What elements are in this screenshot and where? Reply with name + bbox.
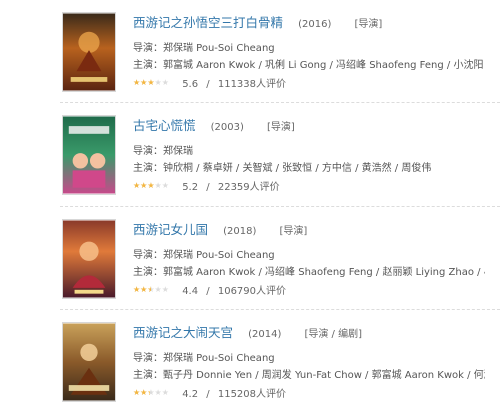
vote-count: 111338人评价 bbox=[217, 79, 287, 90]
rating-row: ★★★★★ ★★★★★ 4.4 / 106790人评价 bbox=[133, 285, 286, 299]
movie-poster[interactable] bbox=[62, 219, 116, 299]
filmography-list: 西游记之孙悟空三打白骨精 (2016) [导演] 导演：郑保瑞 Pou-Soi … bbox=[0, 0, 500, 406]
director-line: 导演：郑保瑞 bbox=[133, 146, 193, 157]
movie-role: [导演] bbox=[279, 226, 308, 237]
vote-count: 22359人评价 bbox=[217, 182, 280, 193]
movie-year: (2018) bbox=[223, 226, 257, 237]
list-item: 西游记之孙悟空三打白骨精 (2016) [导演] 导演：郑保瑞 Pou-Soi … bbox=[0, 0, 500, 101]
star-fill-icon: ★★★★★ bbox=[133, 389, 150, 397]
vote-count: 106790人评价 bbox=[217, 286, 287, 297]
title-row: 西游记之大闹天宫 (2014) [导演 / 编剧] bbox=[133, 324, 362, 340]
title-row: 西游记女儿国 (2018) [导演] bbox=[133, 221, 307, 237]
title-row: 西游记之孙悟空三打白骨精 (2016) [导演] bbox=[133, 14, 382, 30]
movie-poster[interactable] bbox=[62, 115, 116, 195]
star-fill-icon: ★★★★★ bbox=[133, 286, 151, 294]
rating-value: 4.2 bbox=[182, 389, 199, 400]
rating-separator: / bbox=[206, 286, 210, 297]
movie-role: [导演] bbox=[266, 122, 295, 133]
star-fill-icon: ★★★★★ bbox=[133, 182, 154, 190]
director-line: 导演：郑保瑞 Pou-Soi Cheang bbox=[133, 250, 275, 261]
list-item: 古宅心慌慌 (2003) [导演] 导演：郑保瑞 主演：钟欣桐 / 蔡卓妍 / … bbox=[0, 103, 500, 204]
rating-row: ★★★★★ ★★★★★ 5.2 / 22359人评价 bbox=[133, 181, 280, 195]
movie-poster[interactable] bbox=[62, 12, 116, 92]
star-rating: ★★★★★ ★★★★★ bbox=[133, 389, 173, 397]
movie-title-link[interactable]: 古宅心慌慌 bbox=[133, 118, 196, 133]
cast-line: 主演：钟欣桐 / 蔡卓妍 / 关智斌 / 张致恒 / 方中信 / 黄浩然 / 周… bbox=[133, 163, 432, 174]
rating-row: ★★★★★ ★★★★★ 4.2 / 115208人评价 bbox=[133, 388, 286, 402]
movie-title-link[interactable]: 西游记之大闹天宫 bbox=[133, 325, 233, 340]
movie-title-link[interactable]: 西游记之孙悟空三打白骨精 bbox=[133, 15, 283, 30]
vote-count: 115208人评价 bbox=[217, 389, 287, 400]
list-item: 西游记之大闹天宫 (2014) [导演 / 编剧] 导演：郑保瑞 Pou-Soi… bbox=[0, 310, 500, 411]
movie-role: [导演 / 编剧] bbox=[304, 329, 362, 340]
movie-poster[interactable] bbox=[62, 322, 116, 402]
director-line: 导演：郑保瑞 Pou-Soi Cheang bbox=[133, 353, 275, 364]
star-fill-icon: ★★★★★ bbox=[133, 79, 155, 87]
star-rating: ★★★★★ ★★★★★ bbox=[133, 182, 173, 190]
cast-line: 主演：甄子丹 Donnie Yen / 周润发 Yun-Fat Chow / 郭… bbox=[133, 370, 485, 381]
rating-value: 4.4 bbox=[182, 286, 199, 297]
rating-row: ★★★★★ ★★★★★ 5.6 / 111338人评价 bbox=[133, 78, 286, 92]
rating-separator: / bbox=[206, 389, 210, 400]
movie-role: [导演] bbox=[354, 19, 383, 30]
cast-line: 主演：郭富城 Aaron Kwok / 冯绍峰 Shaofeng Feng / … bbox=[133, 267, 485, 278]
rating-value: 5.2 bbox=[182, 182, 199, 193]
star-rating: ★★★★★ ★★★★★ bbox=[133, 79, 173, 87]
movie-title-link[interactable]: 西游记女儿国 bbox=[133, 222, 208, 237]
movie-year: (2003) bbox=[210, 122, 244, 133]
movie-year: (2016) bbox=[298, 19, 332, 30]
director-line: 导演：郑保瑞 Pou-Soi Cheang bbox=[133, 43, 275, 54]
poster-image bbox=[63, 220, 115, 298]
poster-image bbox=[63, 116, 115, 194]
movie-year: (2014) bbox=[248, 329, 282, 340]
poster-image bbox=[63, 13, 115, 91]
rating-separator: / bbox=[206, 182, 210, 193]
poster-image bbox=[63, 323, 115, 401]
star-rating: ★★★★★ ★★★★★ bbox=[133, 286, 173, 294]
list-item: 西游记女儿国 (2018) [导演] 导演：郑保瑞 Pou-Soi Cheang… bbox=[0, 207, 500, 308]
cast-line: 主演：郭富城 Aaron Kwok / 巩俐 Li Gong / 冯绍峰 Sha… bbox=[133, 60, 485, 71]
rating-value: 5.6 bbox=[182, 79, 199, 90]
rating-separator: / bbox=[206, 79, 210, 90]
title-row: 古宅心慌慌 (2003) [导演] bbox=[133, 117, 295, 133]
